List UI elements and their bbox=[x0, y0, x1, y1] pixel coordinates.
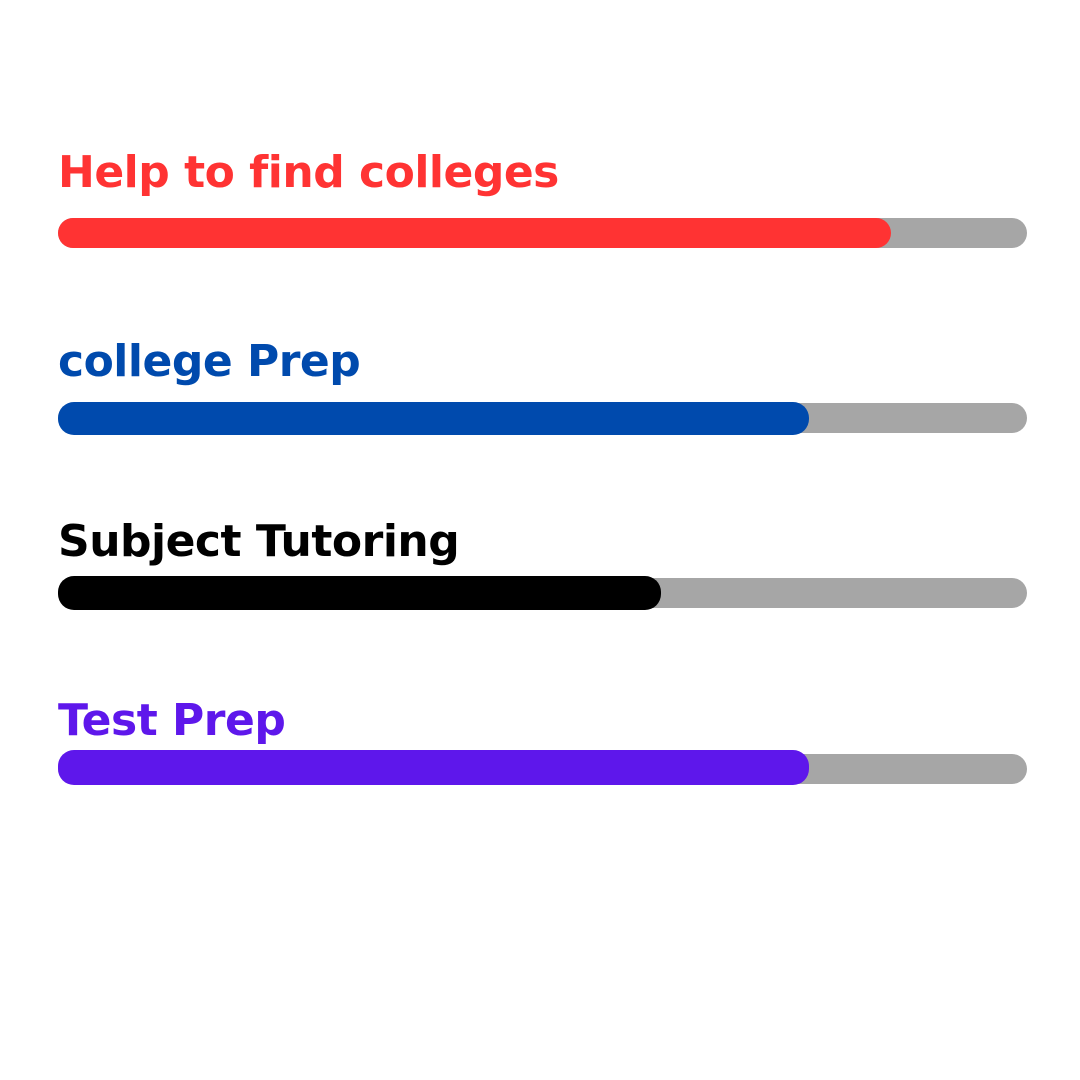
progress-fill bbox=[58, 218, 892, 248]
progress-track bbox=[58, 218, 1027, 248]
progress-track bbox=[58, 402, 1027, 435]
skill-label: college Prep bbox=[58, 336, 361, 387]
progress-fill bbox=[58, 576, 661, 610]
progress-fill bbox=[58, 402, 809, 435]
progress-track bbox=[58, 576, 1027, 610]
progress-fill bbox=[58, 750, 809, 785]
skill-label: Test Prep bbox=[58, 695, 286, 746]
skill-label: Help to find colleges bbox=[58, 147, 559, 198]
progress-track bbox=[58, 750, 1027, 785]
skill-label: Subject Tutoring bbox=[58, 516, 460, 567]
